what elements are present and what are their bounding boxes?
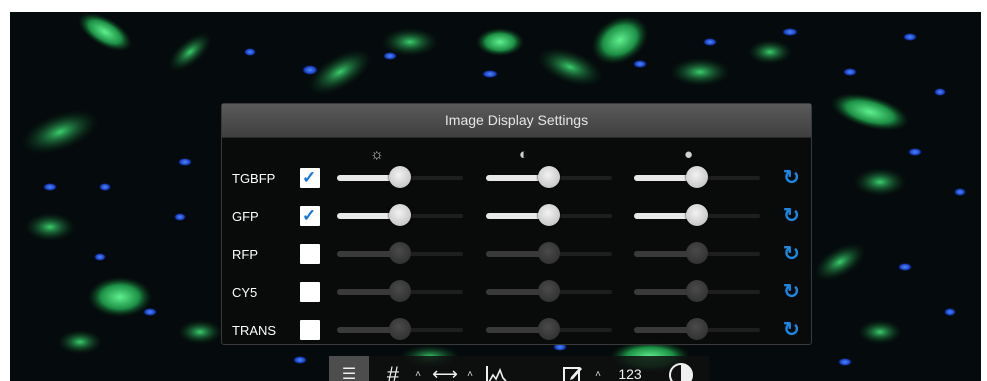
contrast-slider[interactable]: [486, 318, 612, 342]
brightness-slider[interactable]: [337, 318, 463, 342]
sliders-icon[interactable]: ☰: [329, 356, 369, 381]
counter-button[interactable]: 123: [607, 356, 653, 381]
checkmark-icon: ✓: [302, 206, 317, 225]
channel-checkbox[interactable]: ✓: [300, 168, 320, 188]
annotate-icon[interactable]: [555, 356, 591, 381]
slider-knob[interactable]: [686, 166, 708, 188]
channel-row-tgbfp: TGBFP ✓ ↻: [222, 162, 811, 200]
channel-label: GFP: [232, 209, 259, 224]
reset-icon[interactable]: ↻: [783, 241, 800, 266]
contrast-slider[interactable]: [486, 166, 612, 190]
channel-checkbox[interactable]: ✓: [300, 206, 320, 226]
microscope-image-viewer[interactable]: Image Display Settings ☼ ◐ ● TGBFP ✓ ↻ GFP ✓…: [10, 12, 981, 381]
ruler-icon[interactable]: ⟷: [427, 356, 463, 381]
reset-icon[interactable]: ↻: [783, 165, 800, 190]
brightness-slider[interactable]: [337, 280, 463, 304]
contrast-toggle-icon[interactable]: [661, 356, 701, 381]
contrast-slider[interactable]: [486, 280, 612, 304]
contrast-slider[interactable]: [486, 242, 612, 266]
contrast-icon: ◐: [519, 146, 529, 163]
slider-knob[interactable]: [686, 242, 708, 264]
slider-knob[interactable]: [686, 204, 708, 226]
slider-knob[interactable]: [389, 318, 411, 340]
brightness-slider[interactable]: [337, 242, 463, 266]
channel-row-cy5: CY5 ↻: [222, 276, 811, 314]
grid-caret-icon[interactable]: ˄: [411, 356, 425, 381]
slider-knob[interactable]: [389, 242, 411, 264]
slider-knob[interactable]: [686, 280, 708, 302]
color-slider[interactable]: [634, 166, 760, 190]
slider-knob[interactable]: [686, 318, 708, 340]
checkmark-icon: ✓: [302, 168, 317, 187]
channel-label: CY5: [232, 285, 258, 300]
reset-icon[interactable]: ↻: [783, 279, 800, 304]
slider-knob[interactable]: [538, 280, 560, 302]
channel-checkbox[interactable]: [300, 282, 320, 302]
channel-row-trans: TRANS ↻: [222, 314, 811, 352]
annotate-caret-icon[interactable]: ˄: [591, 356, 605, 381]
slider-knob[interactable]: [538, 166, 560, 188]
channel-checkbox[interactable]: [300, 244, 320, 264]
panel-title: Image Display Settings: [222, 104, 811, 138]
reset-icon[interactable]: ↻: [783, 203, 800, 228]
color-slider[interactable]: [634, 204, 760, 228]
slider-knob[interactable]: [538, 242, 560, 264]
slider-knob[interactable]: [389, 204, 411, 226]
slider-knob[interactable]: [538, 204, 560, 226]
brightness-slider[interactable]: [337, 204, 463, 228]
brightness-icon: ☼: [370, 146, 384, 163]
slider-knob[interactable]: [389, 280, 411, 302]
channel-label: TGBFP: [232, 171, 276, 186]
channel-label: TRANS: [232, 323, 277, 338]
slider-knob[interactable]: [389, 166, 411, 188]
ruler-caret-icon[interactable]: ˄: [463, 356, 477, 381]
channel-row-gfp: GFP ✓ ↻: [222, 200, 811, 238]
contrast-slider[interactable]: [486, 204, 612, 228]
color-slider[interactable]: [634, 242, 760, 266]
bottom-toolbar: ☰ # ˄ ⟷ ˄ ˄ 123: [329, 356, 709, 381]
channel-label: RFP: [232, 247, 258, 262]
reset-icon[interactable]: ↻: [783, 317, 800, 342]
color-slider[interactable]: [634, 318, 760, 342]
brightness-slider[interactable]: [337, 166, 463, 190]
grid-icon[interactable]: #: [375, 356, 411, 381]
slider-knob[interactable]: [538, 318, 560, 340]
color-icon: ●: [684, 146, 694, 163]
channel-row-rfp: RFP ↻: [222, 238, 811, 276]
image-display-settings-panel: Image Display Settings ☼ ◐ ● TGBFP ✓ ↻ GFP ✓…: [221, 103, 812, 345]
histogram-icon[interactable]: [479, 356, 515, 381]
channel-checkbox[interactable]: [300, 320, 320, 340]
color-slider[interactable]: [634, 280, 760, 304]
